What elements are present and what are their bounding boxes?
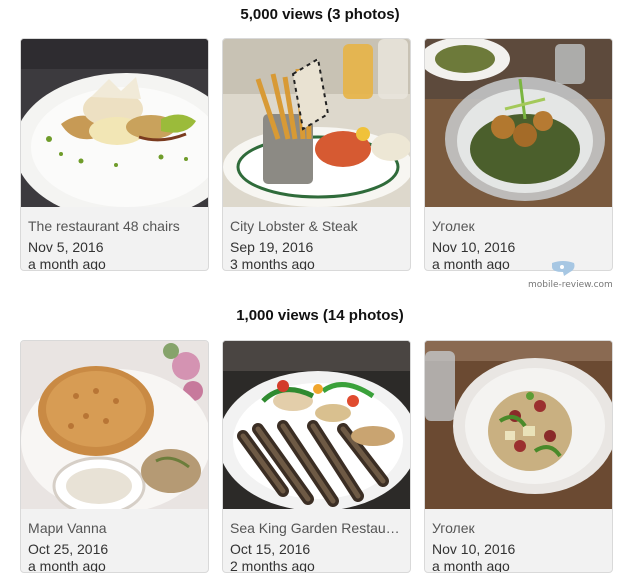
food-photo[interactable] [425, 341, 612, 509]
relative-time: a month ago [28, 558, 106, 573]
photo-card[interactable]: The restaurant 48 chairs Nov 5, 2016 a m… [20, 38, 209, 271]
photo-card[interactable]: Уголек Nov 10, 2016 a month ago [424, 340, 613, 573]
speech-bubble-icon [552, 261, 575, 276]
place-name-link[interactable]: The restaurant 48 chairs [28, 217, 202, 235]
food-photo[interactable] [21, 341, 208, 509]
place-name-link[interactable]: Уголек [432, 519, 606, 537]
photo-date: Nov 10, 2016 [432, 239, 516, 255]
section-title-5000-views: 5,000 views (3 photos) [240, 6, 400, 23]
place-name-link[interactable]: Уголек [432, 217, 606, 235]
food-photo[interactable] [21, 39, 208, 207]
photo-card[interactable]: Мари Vanna Oct 25, 2016 a month ago [20, 340, 209, 573]
photo-card[interactable]: City Lobster & Steak Sep 19, 2016 3 mont… [222, 38, 411, 271]
place-name-link[interactable]: Sea King Garden Restaur… [230, 519, 404, 537]
watermark-text: mobile-review.com [528, 280, 613, 290]
photo-date: Oct 25, 2016 [28, 541, 109, 557]
relative-time: 3 months ago [230, 256, 315, 271]
photo-date: Sep 19, 2016 [230, 239, 314, 255]
relative-time: a month ago [432, 558, 510, 573]
place-name-link[interactable]: Мари Vanna [28, 519, 202, 537]
photo-date: Nov 5, 2016 [28, 239, 104, 255]
photo-card[interactable]: Sea King Garden Restaur… Oct 15, 2016 2 … [222, 340, 411, 573]
food-photo[interactable] [223, 39, 410, 207]
photo-date: Nov 10, 2016 [432, 541, 516, 557]
relative-time: 2 months ago [230, 558, 315, 573]
photo-date: Oct 15, 2016 [230, 541, 311, 557]
watermark: mobile-review.com [528, 261, 613, 296]
place-name-link[interactable]: City Lobster & Steak [230, 217, 404, 235]
relative-time: a month ago [28, 256, 106, 271]
section-title-1000-views: 1,000 views (14 photos) [236, 307, 404, 324]
food-photo[interactable] [425, 39, 612, 207]
food-photo[interactable] [223, 341, 410, 509]
photo-card[interactable]: Уголек Nov 10, 2016 a month ago [424, 38, 613, 271]
